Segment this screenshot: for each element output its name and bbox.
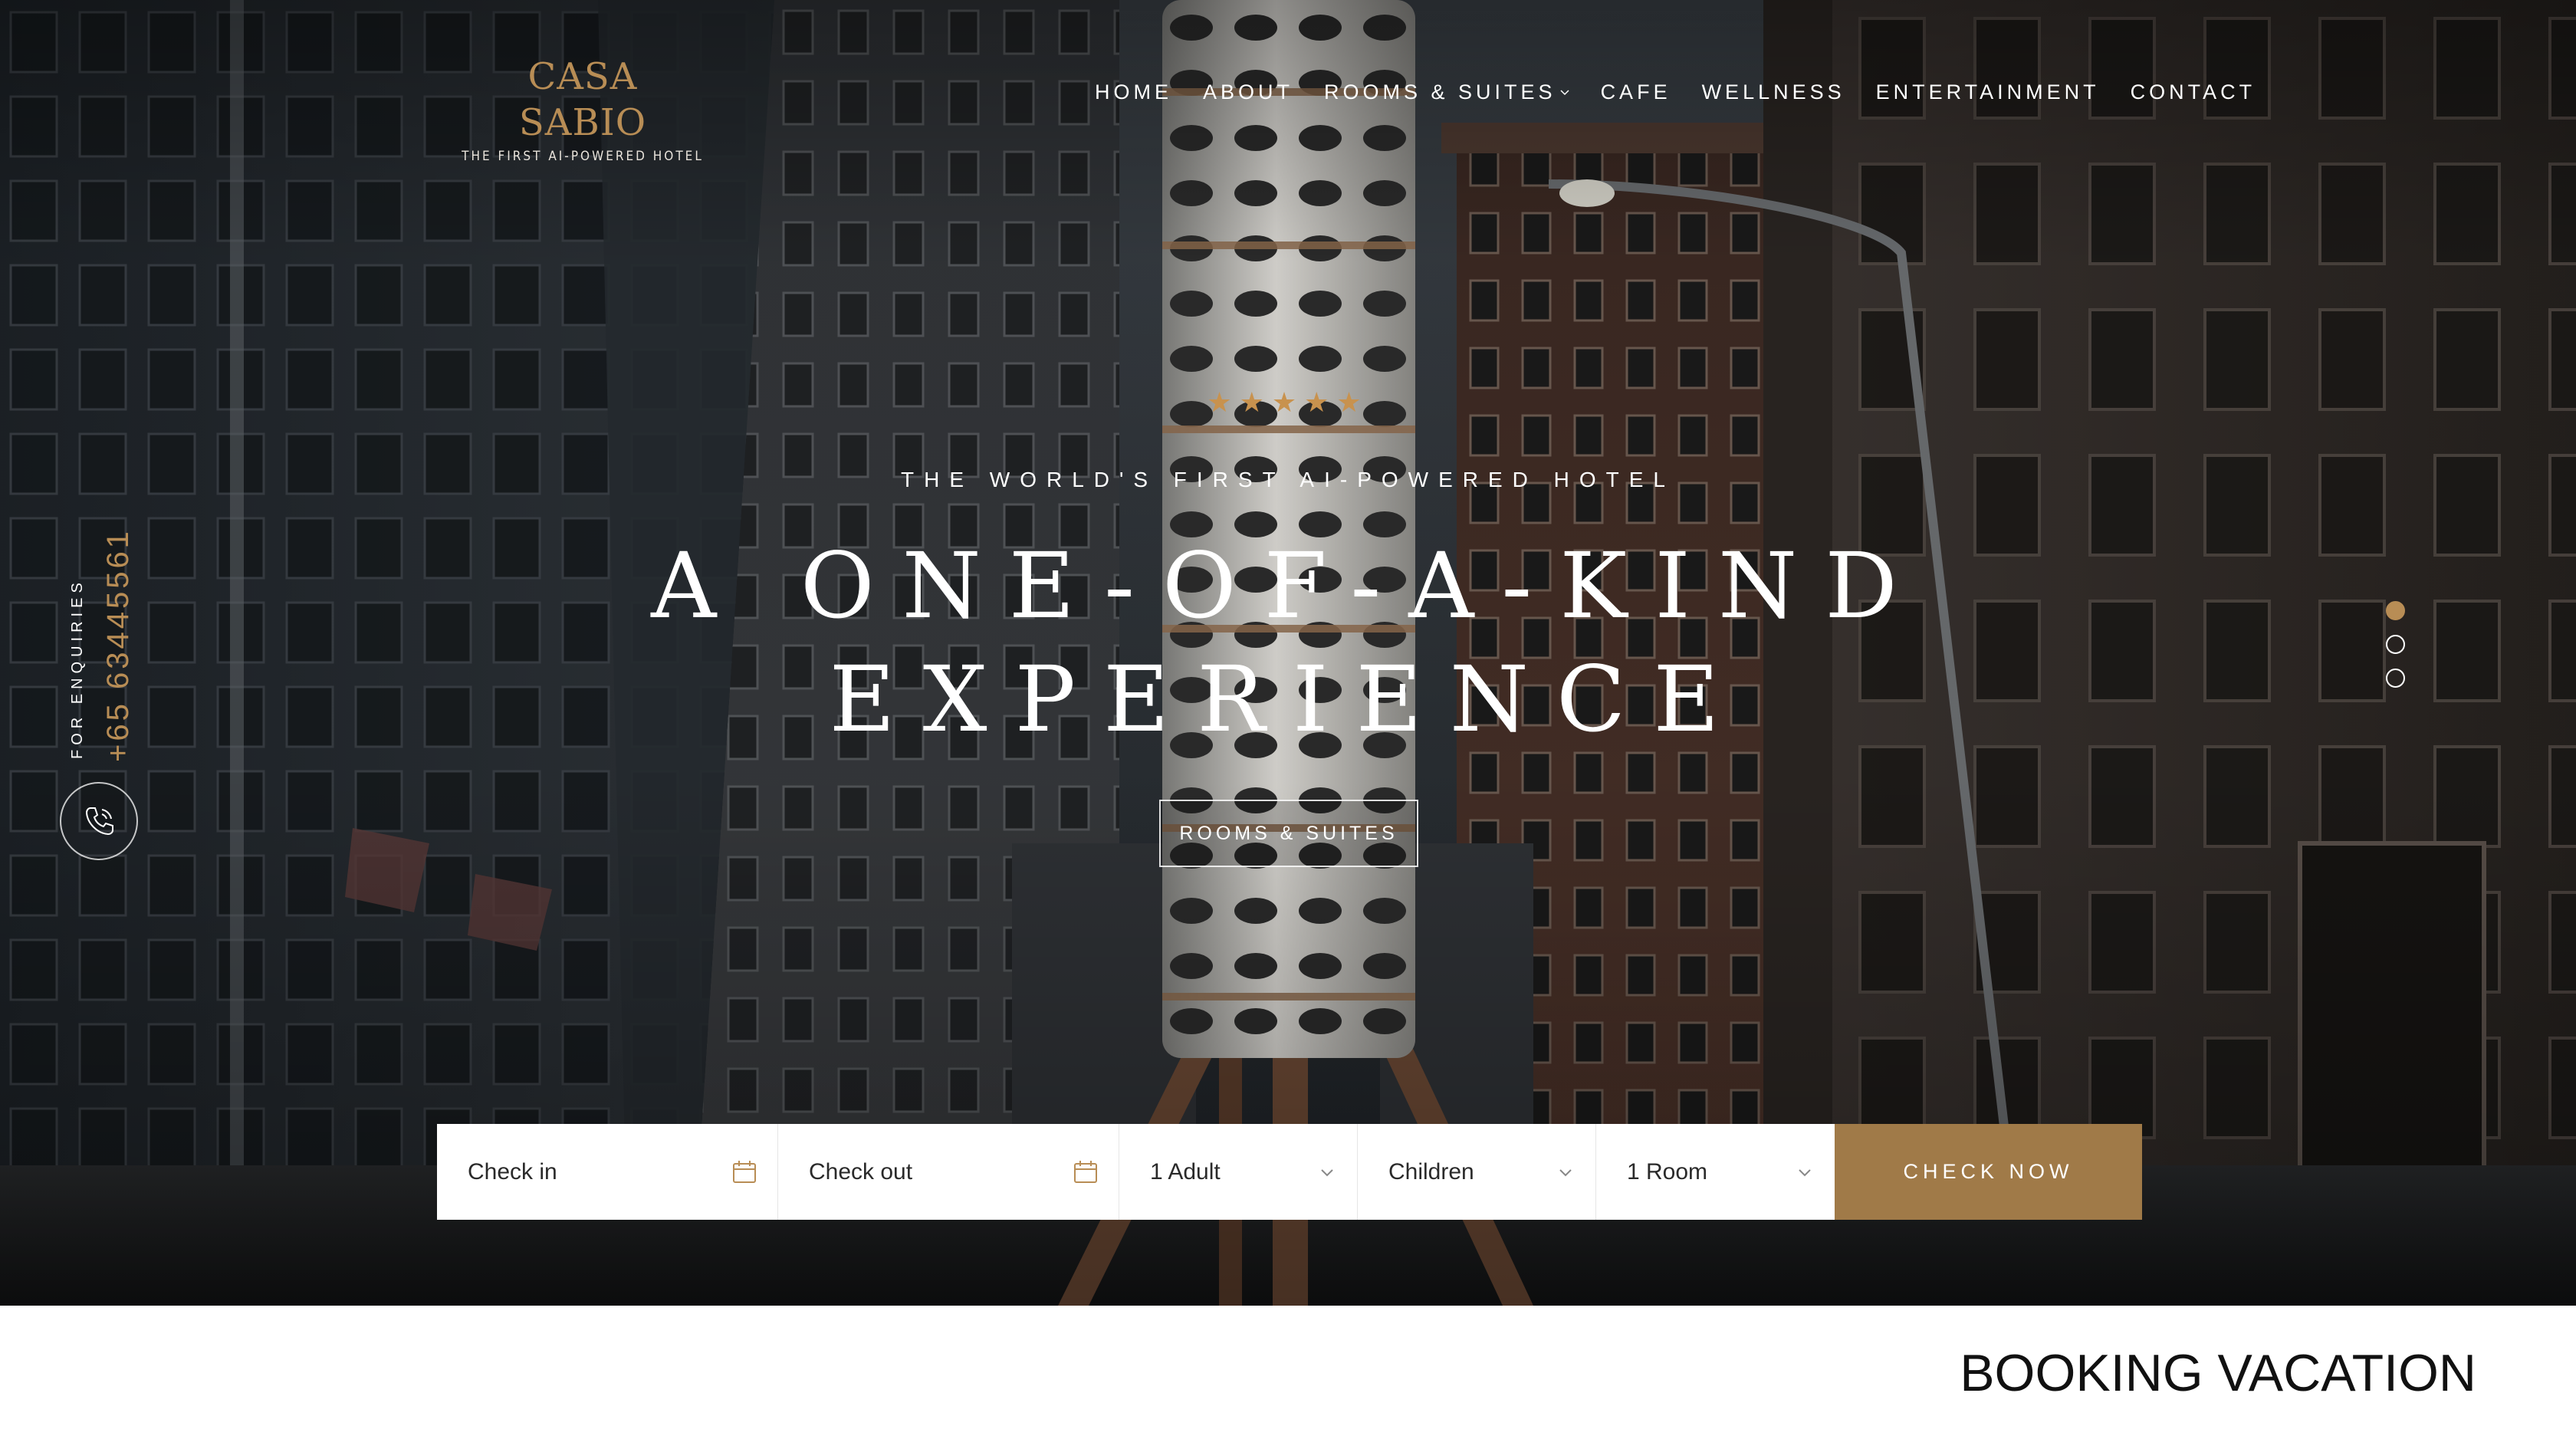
- slider-dots: [2386, 601, 2406, 702]
- chevron-down-icon: [1799, 1168, 1811, 1176]
- hero-section: CASA SABIO THE FIRST AI-POWERED HOTEL HO…: [0, 0, 2576, 1306]
- nav-item-contact[interactable]: CONTACT: [2131, 80, 2256, 104]
- nav-label-rooms-suites: ROOMS & SUITES: [1324, 80, 1556, 104]
- main-nav: HOME ABOUT ROOMS & SUITES CAFE WELLNESS …: [1095, 77, 2256, 107]
- section-title: BOOKING VACATION: [1960, 1344, 2476, 1402]
- brand-name: CASA SABIO: [518, 55, 647, 144]
- phone-call-button[interactable]: [60, 782, 138, 860]
- slider-dot-3[interactable]: [2386, 669, 2405, 688]
- nav-label-entertainment: ENTERTAINMENT: [1875, 80, 2100, 104]
- booking-bar: Check in Check out 1 Adult Children 1 Ro…: [437, 1124, 2142, 1220]
- phone-icon: [85, 807, 113, 836]
- slider-dot-1[interactable]: [2386, 601, 2405, 620]
- nav-label-home: HOME: [1095, 80, 1172, 104]
- chevron-down-icon: [1560, 90, 1569, 96]
- nav-item-rooms-suites[interactable]: ROOMS & SUITES: [1324, 80, 1570, 104]
- nav-label-cafe: CAFE: [1600, 80, 1671, 104]
- children-select[interactable]: Children: [1358, 1124, 1596, 1220]
- hero-headline-line1: A ONE-OF-A-KIND: [651, 533, 1925, 639]
- adults-select[interactable]: 1 Adult: [1119, 1124, 1358, 1220]
- nav-item-about[interactable]: ABOUT: [1203, 80, 1293, 104]
- hero-eyebrow: THE WORLD'S FIRST AI-POWERED HOTEL: [901, 468, 1675, 491]
- nav-label-contact: CONTACT: [2130, 80, 2256, 104]
- nav-item-wellness[interactable]: WELLNESS: [1702, 80, 1845, 104]
- check-now-button[interactable]: CHECK NOW: [1835, 1124, 2142, 1220]
- rooms-value: 1 Room: [1627, 1158, 1708, 1184]
- chevron-down-icon: [1559, 1168, 1572, 1176]
- nav-label-about: ABOUT: [1203, 80, 1294, 104]
- check-out-field[interactable]: Check out: [778, 1124, 1119, 1220]
- enquiries-phone[interactable]: +65 63445561: [101, 528, 136, 762]
- nav-item-home[interactable]: HOME: [1095, 80, 1172, 104]
- enquiries-panel: FOR ENQUIRIES +65 63445561: [61, 506, 146, 767]
- chevron-down-icon: [1321, 1168, 1333, 1176]
- calendar-icon: [733, 1160, 756, 1183]
- enquiries-label: FOR ENQUIRIES: [69, 578, 86, 759]
- hero-headline: A ONE-OF-A-KIND EXPERIENCE: [583, 529, 1993, 756]
- hero-headline-line2: EXPERIENCE: [829, 646, 1747, 752]
- check-out-label: Check out: [809, 1158, 913, 1184]
- nav-label-wellness: WELLNESS: [1701, 80, 1845, 104]
- adults-value: 1 Adult: [1150, 1158, 1221, 1184]
- brand-logo[interactable]: CASA SABIO THE FIRST AI-POWERED HOTEL: [460, 54, 705, 164]
- rating-stars: ★★★★★: [1207, 387, 1369, 419]
- nav-item-entertainment[interactable]: ENTERTAINMENT: [1876, 80, 2100, 104]
- slider-dot-2[interactable]: [2386, 635, 2405, 654]
- rooms-select[interactable]: 1 Room: [1596, 1124, 1835, 1220]
- brand-tagline: THE FIRST AI-POWERED HOTEL: [462, 149, 704, 164]
- rooms-suites-button[interactable]: ROOMS & SUITES: [1159, 800, 1418, 867]
- check-in-field[interactable]: Check in: [437, 1124, 778, 1220]
- nav-item-cafe[interactable]: CAFE: [1601, 80, 1671, 104]
- children-value: Children: [1388, 1158, 1474, 1184]
- check-in-label: Check in: [468, 1158, 557, 1184]
- calendar-icon: [1074, 1160, 1097, 1183]
